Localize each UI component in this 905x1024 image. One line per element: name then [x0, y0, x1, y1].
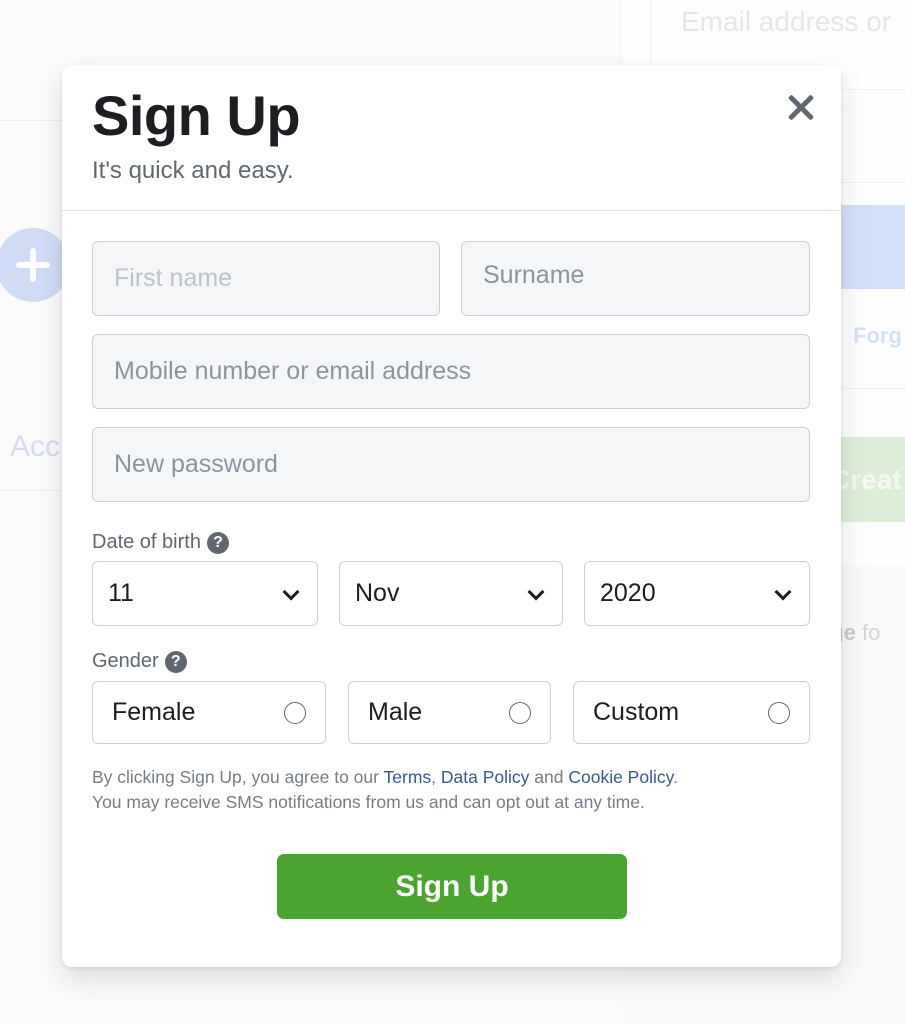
gender-option-male[interactable]: Male [348, 681, 551, 744]
close-icon[interactable] [782, 89, 820, 127]
help-icon[interactable]: ? [206, 531, 229, 554]
background-divider [840, 388, 905, 389]
surname-input[interactable] [461, 241, 810, 316]
gender-option-custom[interactable]: Custom [573, 681, 810, 744]
terms-text: By clicking Sign Up, you agree to our Te… [92, 765, 822, 815]
chevron-down-icon [282, 583, 300, 601]
signup-modal: Sign Up It's quick and easy. Date of bir… [62, 65, 841, 967]
contact-input[interactable] [92, 334, 810, 409]
dob-day-value: 11 [108, 579, 134, 607]
data-policy-link[interactable]: Data Policy [441, 767, 530, 787]
terms-separator: and [529, 767, 569, 787]
dob-year-select[interactable]: 2020 [584, 561, 810, 626]
chevron-down-icon [527, 583, 545, 601]
gender-option-label: Female [112, 698, 196, 726]
radio-button[interactable] [284, 702, 306, 724]
background-account-text: Acc [10, 430, 61, 463]
gender-label: Gender ? [92, 650, 187, 673]
modal-header: Sign Up It's quick and easy. [62, 65, 841, 211]
background-forgot-link: Forg [853, 323, 902, 348]
radio-button[interactable] [768, 702, 790, 724]
modal-title: Sign Up [92, 84, 301, 147]
dob-label: Date of birth ? [92, 531, 229, 554]
dob-month-value: Nov [355, 579, 400, 607]
sign-up-button[interactable]: Sign Up [277, 854, 627, 919]
radio-button[interactable] [509, 702, 531, 724]
sms-notice: You may receive SMS notifications from u… [92, 792, 645, 812]
new-password-input[interactable] [92, 427, 810, 502]
help-icon[interactable]: ? [164, 650, 187, 673]
modal-subtitle: It's quick and easy. [92, 157, 294, 184]
background-email-placeholder: Email address or [681, 6, 892, 37]
gender-option-label: Custom [593, 698, 680, 726]
cookie-policy-link[interactable]: Cookie Policy [568, 767, 673, 787]
terms-prefix: By clicking Sign Up, you agree to our [92, 767, 384, 787]
background-divider [840, 182, 905, 183]
terms-period: . [673, 767, 678, 787]
terms-link[interactable]: Terms [384, 767, 432, 787]
terms-separator: , [431, 767, 441, 787]
dob-label-text: Date of birth [92, 531, 201, 553]
chevron-down-icon [774, 583, 792, 601]
gender-option-female[interactable]: Female [92, 681, 326, 744]
gender-option-label: Male [368, 698, 423, 726]
dob-day-select[interactable]: 11 [92, 561, 318, 626]
first-name-input[interactable] [92, 241, 440, 316]
gender-label-text: Gender [92, 650, 159, 672]
dob-month-select[interactable]: Nov [339, 561, 563, 626]
dob-year-value: 2020 [600, 579, 656, 607]
